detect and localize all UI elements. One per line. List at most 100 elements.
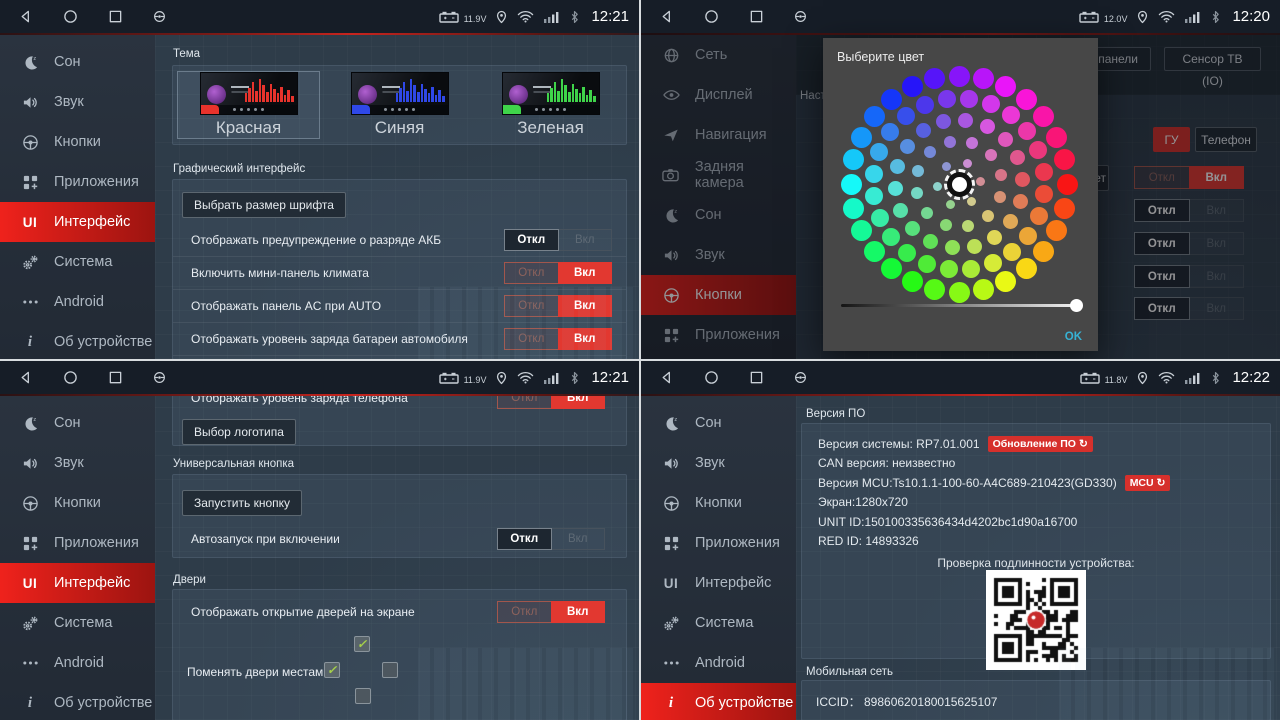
sidebar-item-system[interactable]: Система <box>0 242 155 282</box>
color-swatch[interactable] <box>984 254 1002 272</box>
color-swatch[interactable] <box>864 106 885 127</box>
color-swatch[interactable] <box>902 76 923 97</box>
sidebar-item-android[interactable]: Android <box>641 643 796 683</box>
door-checkbox-right[interactable] <box>382 662 398 678</box>
color-swatch[interactable] <box>900 139 915 154</box>
color-swatch[interactable] <box>924 279 945 300</box>
sidebar-item-android[interactable]: Android <box>0 643 155 683</box>
color-swatch[interactable] <box>998 132 1013 147</box>
color-swatch[interactable] <box>966 137 978 149</box>
color-swatch[interactable] <box>987 230 1002 245</box>
color-swatch[interactable] <box>881 123 899 141</box>
color-swatch[interactable] <box>898 244 916 262</box>
toggle-on-option[interactable]: Вкл <box>551 601 606 623</box>
color-swatch[interactable] <box>1010 150 1025 165</box>
color-swatch[interactable] <box>994 191 1006 203</box>
color-swatch[interactable] <box>841 174 862 195</box>
color-swatch[interactable] <box>897 107 915 125</box>
toggle-off-option[interactable]: Откл <box>497 528 552 550</box>
color-swatch[interactable] <box>881 89 902 110</box>
color-swatch[interactable] <box>902 271 923 292</box>
color-swatch[interactable] <box>888 181 903 196</box>
color-swatch[interactable] <box>1016 258 1037 279</box>
color-swatch[interactable] <box>916 96 934 114</box>
sidebar-item-system[interactable]: Система <box>0 603 155 643</box>
back-button[interactable] <box>18 370 33 385</box>
color-swatch[interactable] <box>851 127 872 148</box>
sidebar-item-interface[interactable]: UIИнтерфейс <box>0 202 155 242</box>
color-swatch[interactable] <box>1030 207 1048 225</box>
brightness-slider[interactable] <box>841 298 1080 312</box>
color-swatch[interactable] <box>1015 172 1030 187</box>
color-swatch[interactable] <box>905 221 920 236</box>
color-swatch[interactable] <box>976 177 985 186</box>
color-swatch[interactable] <box>985 149 997 161</box>
color-swatch[interactable] <box>843 149 864 170</box>
color-swatch[interactable] <box>938 90 956 108</box>
color-swatch[interactable] <box>1003 243 1021 261</box>
door-checkbox-left[interactable]: ✓ <box>324 662 340 678</box>
color-swatch[interactable] <box>1013 194 1028 209</box>
theme-option[interactable]: Синяя <box>328 71 471 139</box>
color-swatch[interactable] <box>1002 106 1020 124</box>
color-swatch[interactable] <box>864 241 885 262</box>
color-swatch[interactable] <box>982 210 994 222</box>
color-swatch[interactable] <box>921 207 933 219</box>
sidebar-item-apps[interactable]: Приложения <box>0 523 155 563</box>
color-swatch[interactable] <box>958 113 973 128</box>
recents-button[interactable] <box>749 370 764 385</box>
sidebar-item-buttons[interactable]: Кнопки <box>641 483 796 523</box>
color-swatch[interactable] <box>924 68 945 89</box>
choose-logo-button[interactable]: Выбор логотипа <box>182 419 296 445</box>
font-size-button[interactable]: Выбрать размер шрифта <box>182 192 346 218</box>
sidebar-item-about[interactable]: iОб устройстве <box>0 683 155 720</box>
color-swatch[interactable] <box>1003 214 1018 229</box>
sidebar-item-buttons[interactable]: Кнопки <box>0 122 155 162</box>
color-swatch[interactable] <box>924 146 936 158</box>
theme-option[interactable]: Красная <box>177 71 320 139</box>
color-swatch[interactable] <box>995 76 1016 97</box>
color-swatch[interactable] <box>940 260 958 278</box>
recents-button[interactable] <box>108 370 123 385</box>
sidebar-item-interface[interactable]: UIИнтерфейс <box>0 563 155 603</box>
color-swatch[interactable] <box>936 114 951 129</box>
sidebar-item-system[interactable]: Система <box>641 603 796 643</box>
color-swatch[interactable] <box>1033 106 1054 127</box>
home-button[interactable] <box>63 370 78 385</box>
back-button[interactable] <box>18 9 33 24</box>
color-swatch[interactable] <box>843 198 864 219</box>
color-swatch[interactable] <box>946 200 955 209</box>
toggle-off-option[interactable]: Откл <box>504 229 559 251</box>
color-swatch[interactable] <box>1046 220 1067 241</box>
color-swatch[interactable] <box>982 95 1000 113</box>
sidebar-item-sleep[interactable]: zСон <box>0 403 155 443</box>
sidebar-item-sound[interactable]: Звук <box>0 443 155 483</box>
color-swatch[interactable] <box>865 187 883 205</box>
back-button[interactable] <box>659 9 674 24</box>
back-button[interactable] <box>659 370 674 385</box>
color-swatch[interactable] <box>1057 174 1078 195</box>
sidebar-item-android[interactable]: Android <box>0 282 155 322</box>
color-swatch[interactable] <box>945 240 960 255</box>
color-swatch[interactable] <box>967 197 976 206</box>
sidebar-item-about[interactable]: iОб устройстве <box>641 683 796 720</box>
color-swatch[interactable] <box>870 143 888 161</box>
color-swatch[interactable] <box>1054 149 1075 170</box>
color-swatch[interactable] <box>871 209 889 227</box>
color-swatch[interactable] <box>1054 198 1075 219</box>
color-swatch[interactable] <box>973 279 994 300</box>
color-swatch[interactable] <box>911 187 923 199</box>
home-button[interactable] <box>704 9 719 24</box>
color-swatch[interactable] <box>890 159 905 174</box>
color-swatch[interactable] <box>865 165 883 183</box>
color-swatch[interactable] <box>962 260 980 278</box>
run-button[interactable]: Запустить кнопку <box>182 490 302 516</box>
color-swatch[interactable] <box>940 219 952 231</box>
update-badge[interactable]: Обновление ПО↻ <box>988 436 1093 452</box>
door-checkbox-bottom[interactable] <box>355 688 371 704</box>
color-swatch[interactable] <box>893 203 908 218</box>
color-swatch[interactable] <box>933 182 942 191</box>
color-swatch[interactable] <box>949 66 970 87</box>
color-swatch[interactable] <box>995 271 1016 292</box>
home-button[interactable] <box>704 370 719 385</box>
